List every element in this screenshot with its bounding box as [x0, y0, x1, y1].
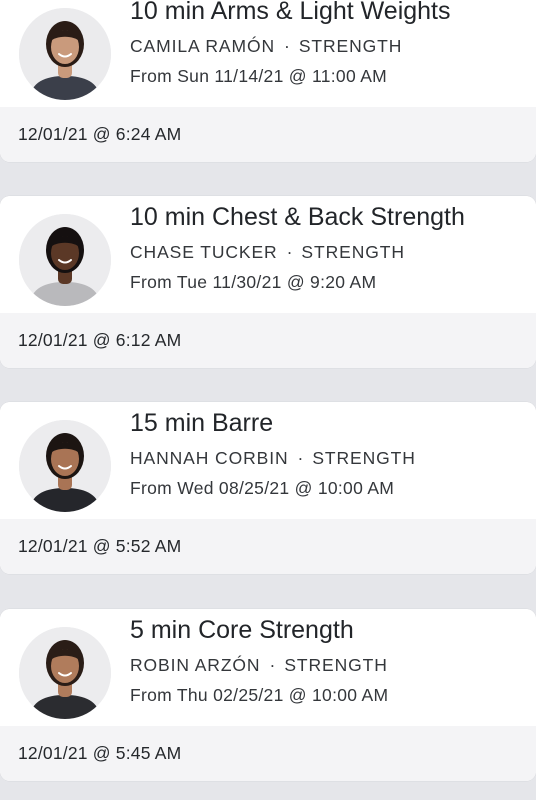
class-air-date: From Tue 11/30/21 @ 9:20 AM	[130, 272, 377, 292]
meta-separator: ·	[286, 242, 293, 262]
workout-card[interactable]: 15 min Barre HANNAH CORBIN · STRENGTH From…	[0, 402, 536, 574]
class-category: STRENGTH	[284, 655, 388, 675]
class-meta: CAMILA RAMÓN · STRENGTH	[130, 35, 402, 57]
workout-card-footer: 12/01/21 @ 5:52 AM	[0, 519, 536, 574]
workout-card[interactable]: 10 min Chest & Back Strength CHASE TUCKE…	[0, 196, 536, 368]
meta-separator: ·	[297, 448, 304, 468]
meta-separator: ·	[284, 36, 290, 56]
workout-card-main[interactable]: 10 min Chest & Back Strength CHASE TUCKE…	[0, 196, 536, 313]
class-air-date: From Sun 11/14/21 @ 11:00 AM	[130, 66, 388, 86]
workout-card-footer: 12/01/21 @ 5:45 AM	[0, 726, 536, 781]
instructor-avatar	[19, 214, 111, 306]
workout-history-list: 10 min Arms & Light Weights CAMILA RAMÓN…	[0, 0, 536, 800]
class-meta: CHASE TUCKER · STRENGTH	[130, 241, 405, 263]
workout-taken-timestamp: 12/01/21 @ 5:52 AM	[18, 536, 182, 556]
instructor-name: CHASE TUCKER	[130, 242, 278, 262]
instructor-name: HANNAH CORBIN	[130, 448, 289, 468]
instructor-portrait	[19, 8, 111, 100]
class-meta: HANNAH CORBIN · STRENGTH	[130, 447, 416, 469]
class-category: STRENGTH	[312, 448, 416, 468]
class-meta: ROBIN ARZÓN · STRENGTH	[130, 654, 388, 676]
instructor-avatar	[19, 420, 111, 512]
instructor-name: CAMILA RAMÓN	[130, 36, 275, 56]
class-title: 15 min Barre	[130, 409, 274, 437]
class-air-date: From Wed 08/25/21 @ 10:00 AM	[130, 478, 395, 498]
workout-card-main[interactable]: 15 min Barre HANNAH CORBIN · STRENGTH From…	[0, 402, 536, 519]
instructor-portrait	[19, 214, 111, 306]
class-category: STRENGTH	[298, 36, 403, 56]
instructor-name: ROBIN ARZÓN	[130, 655, 261, 675]
class-title: 10 min Arms & Light Weights	[130, 0, 451, 25]
instructor-avatar	[19, 627, 111, 719]
instructor-avatar	[19, 8, 111, 100]
workout-card-footer: 12/01/21 @ 6:12 AM	[0, 313, 536, 368]
class-title: 5 min Core Strength	[130, 616, 354, 644]
class-air-date: From Thu 02/25/21 @ 10:00 AM	[130, 685, 389, 705]
workout-card[interactable]: 10 min Arms & Light Weights CAMILA RAMÓN…	[0, 0, 536, 162]
meta-separator: ·	[269, 655, 276, 675]
workout-card-main[interactable]: 10 min Arms & Light Weights CAMILA RAMÓN…	[0, 0, 536, 107]
workout-card-footer: 12/01/21 @ 6:24 AM	[0, 107, 536, 162]
class-title: 10 min Chest & Back Strength	[130, 203, 465, 231]
class-category: STRENGTH	[301, 242, 405, 262]
workout-taken-timestamp: 12/01/21 @ 5:45 AM	[18, 743, 182, 763]
instructor-portrait	[19, 420, 111, 512]
workout-card[interactable]: 5 min Core Strength ROBIN ARZÓN · STRENGTH…	[0, 609, 536, 781]
workout-taken-timestamp: 12/01/21 @ 6:12 AM	[18, 330, 182, 350]
workout-card-main[interactable]: 5 min Core Strength ROBIN ARZÓN · STRENGTH…	[0, 609, 536, 726]
instructor-portrait	[19, 627, 111, 719]
workout-taken-timestamp: 12/01/21 @ 6:24 AM	[18, 124, 182, 144]
